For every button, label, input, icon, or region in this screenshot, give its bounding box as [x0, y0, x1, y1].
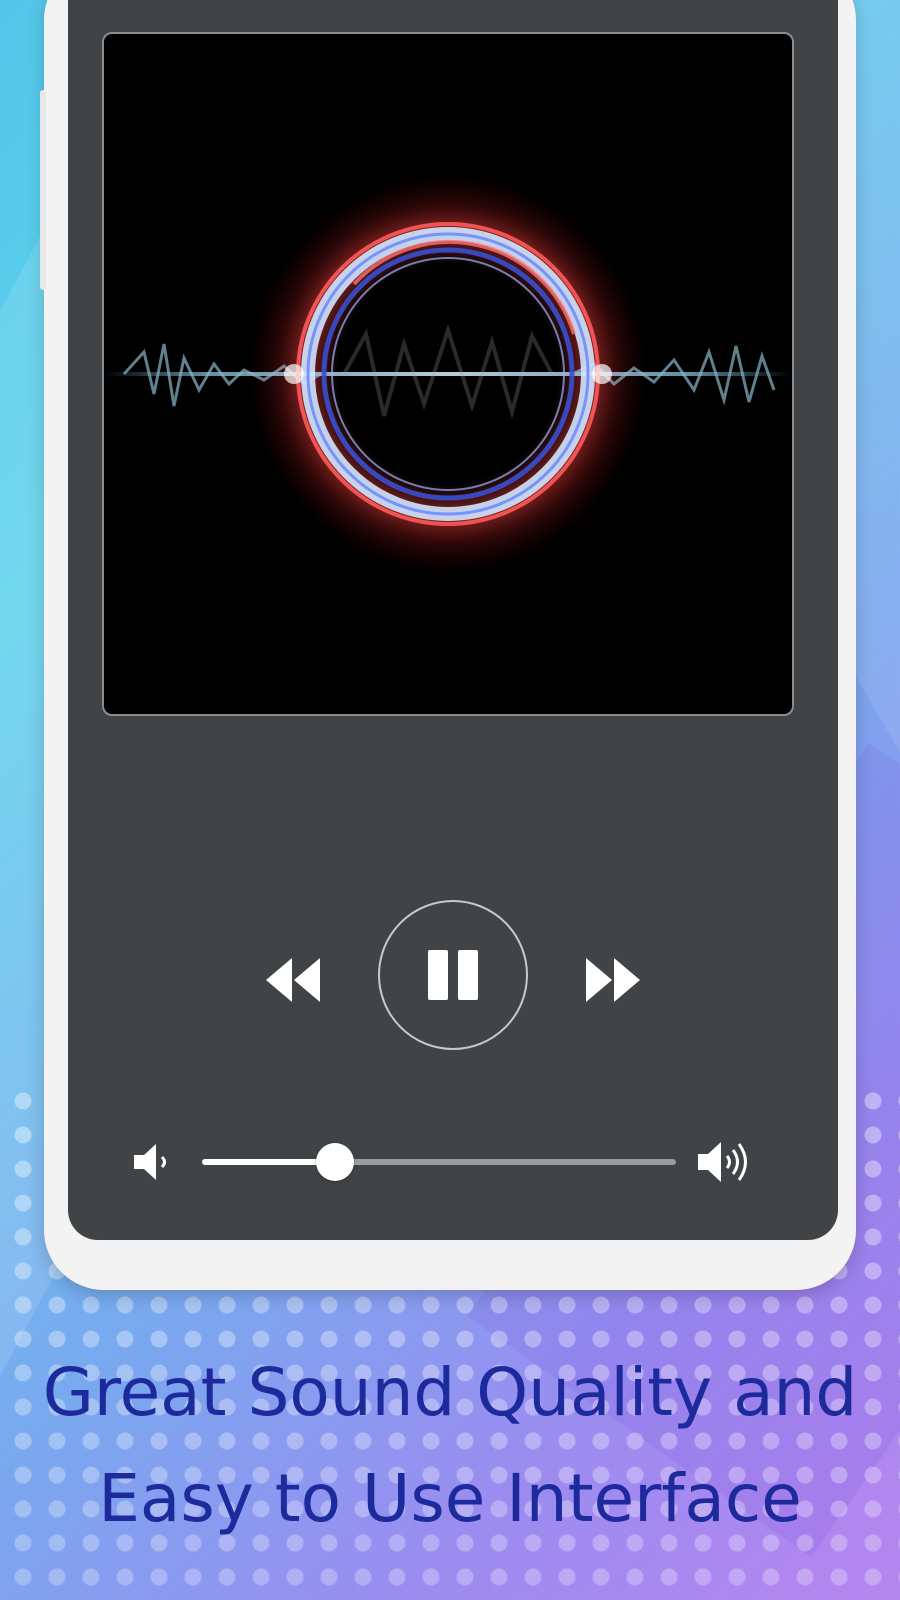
rewind-button[interactable] — [258, 945, 328, 1015]
fast-forward-button[interactable] — [578, 945, 648, 1015]
volume-low-icon — [134, 1144, 166, 1180]
neon-ring-visualizer-image — [104, 174, 792, 574]
phone-side-button — [40, 190, 46, 290]
caption-line-1: Great Sound Quality and — [42, 1354, 858, 1431]
pause-button[interactable] — [378, 900, 528, 1050]
album-artwork — [102, 32, 794, 716]
volume-control — [68, 1130, 838, 1190]
player-screen — [68, 0, 838, 1240]
caption-line-2: Easy to Use Interface — [98, 1460, 802, 1537]
volume-slider[interactable] — [202, 1143, 676, 1181]
volume-high-button[interactable] — [696, 1138, 756, 1186]
volume-high-icon — [698, 1142, 747, 1182]
volume-low-button[interactable] — [132, 1140, 176, 1184]
playback-controls — [68, 900, 838, 1060]
pause-icon — [428, 950, 478, 1000]
rewind-icon — [266, 958, 320, 1002]
promo-caption: Great Sound Quality and Easy to Use Inte… — [0, 1340, 900, 1552]
fast-forward-icon — [586, 958, 640, 1002]
volume-slider-thumb[interactable] — [315, 1143, 354, 1181]
